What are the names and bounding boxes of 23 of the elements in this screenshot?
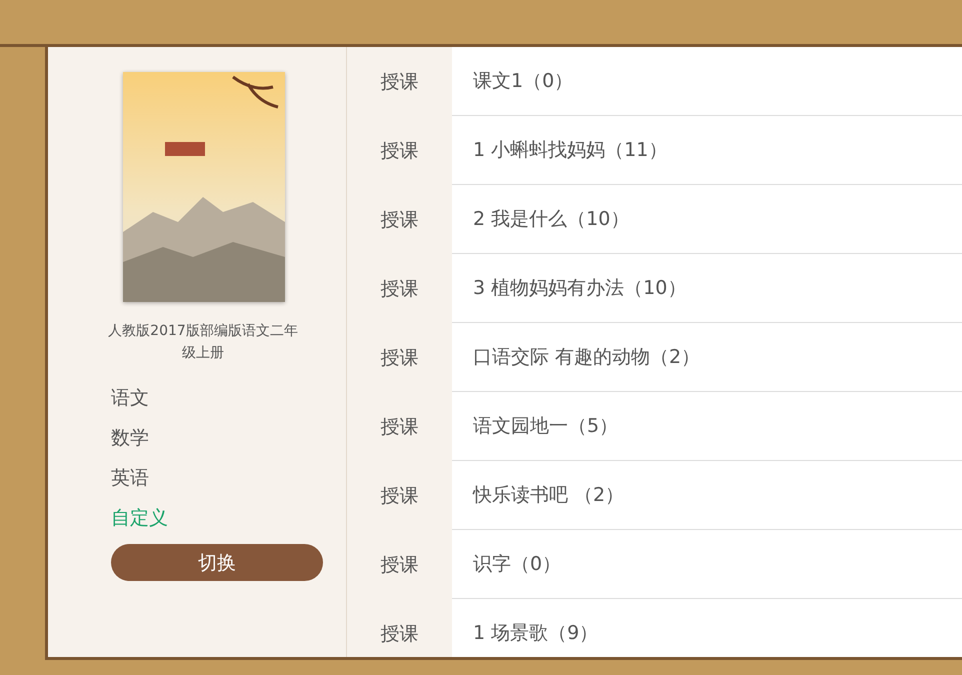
subject-item[interactable]: 语文 <box>111 386 168 410</box>
teach-link[interactable]: 授课 <box>347 47 452 116</box>
teach-link[interactable]: 授课 <box>347 530 452 599</box>
lesson-item[interactable]: 快乐读书吧 （2） <box>452 461 962 530</box>
lesson-item[interactable]: 1 场景歌（9） <box>452 599 962 657</box>
teach-link[interactable]: 授课 <box>347 392 452 461</box>
lesson-item[interactable]: 语文园地一（5） <box>452 392 962 461</box>
book-title: 人教版2017版部编版语文二年级上册 <box>107 322 299 363</box>
switch-button[interactable]: 切换 <box>111 544 323 581</box>
teach-link[interactable]: 授课 <box>347 323 452 392</box>
subject-item[interactable]: 英语 <box>111 466 168 490</box>
subject-item[interactable]: 数学 <box>111 426 168 450</box>
teach-link[interactable]: 授课 <box>347 254 452 323</box>
lesson-item[interactable]: 3 植物妈妈有办法（10） <box>452 254 962 323</box>
lesson-item[interactable]: 2 我是什么（10） <box>452 185 962 254</box>
teach-link[interactable]: 授课 <box>347 599 452 657</box>
lesson-item[interactable]: 1 小蝌蚪找妈妈（11） <box>452 116 962 185</box>
lesson-item[interactable]: 识字（0） <box>452 530 962 599</box>
teach-link[interactable]: 授课 <box>347 185 452 254</box>
teach-link[interactable]: 授课 <box>347 116 452 185</box>
teach-link[interactable]: 授课 <box>347 461 452 530</box>
lesson-item[interactable]: 课文1（0） <box>452 47 962 116</box>
lesson-item[interactable]: 口语交际 有趣的动物（2） <box>452 323 962 392</box>
